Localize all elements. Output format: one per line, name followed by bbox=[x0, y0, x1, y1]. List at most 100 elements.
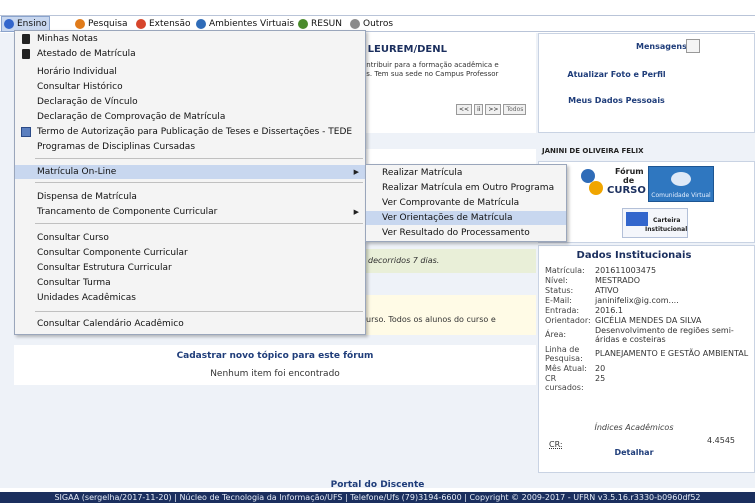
graduation-cap-icon bbox=[4, 19, 14, 29]
dados-value: MESTRADO bbox=[595, 276, 641, 285]
atualizar-foto-link[interactable]: Atualizar Foto e Perfil bbox=[539, 70, 694, 79]
menu-item-horario[interactable]: Horário Individual bbox=[15, 65, 365, 79]
menu-item-label: Termo de Autorização para Publicação de … bbox=[37, 127, 353, 137]
submenu-item-label: Realizar Matrícula bbox=[382, 168, 463, 178]
carteira-button[interactable]: Carteira Institucional bbox=[622, 208, 688, 238]
dados-value: Desenvolvimento de regiões semi-áridas e… bbox=[595, 326, 734, 344]
pager-all-button[interactable]: Todos bbox=[503, 104, 527, 115]
menu-item-programas[interactable]: Programas de Disciplinas Cursadas bbox=[15, 140, 365, 154]
dados-value: 2016.1 bbox=[595, 306, 623, 315]
submenu-item-resultado[interactable]: Ver Resultado do Processamento bbox=[366, 226, 566, 240]
menu-ensino-label: Ensino bbox=[17, 19, 47, 29]
menu-item-componente[interactable]: Consultar Componente Curricular bbox=[15, 246, 365, 260]
meus-dados-link[interactable]: Meus Dados Pessoais bbox=[539, 96, 694, 105]
comunidade-virtual-button[interactable]: Comunidade Virtual bbox=[648, 166, 714, 202]
community-desc-1: ontribuir para a formação acadêmica e bbox=[362, 61, 499, 69]
menu-item-minhas-notas[interactable]: Minhas Notas bbox=[15, 32, 365, 46]
photo-placeholder-icon bbox=[686, 39, 700, 53]
submenu-item-comprovante[interactable]: Ver Comprovante de Matrícula bbox=[366, 196, 566, 210]
submenu-arrow-icon: ▶ bbox=[353, 168, 359, 176]
dados-row: Orientador: GICÉLIA MENDES DA SILVA bbox=[545, 316, 755, 326]
dados-row: Matrícula: 201611003475 bbox=[545, 266, 755, 276]
document-icon bbox=[22, 49, 30, 59]
menu-item-declaracao-vinculo[interactable]: Declaração de Vínculo bbox=[15, 95, 365, 109]
mensagens-link[interactable]: Mensagens bbox=[636, 42, 687, 51]
menu-outros-label: Outros bbox=[363, 19, 394, 29]
submenu-item-label: Realizar Matrícula em Outro Programa bbox=[382, 183, 555, 193]
menu-item-atestado[interactable]: Atestado de Matrícula bbox=[15, 47, 365, 61]
forum-curso-button[interactable]: Fórum de CURSO bbox=[581, 167, 646, 201]
submenu-item-outro-programa[interactable]: Realizar Matrícula em Outro Programa bbox=[366, 181, 566, 195]
dados-key: Mês Atual: bbox=[545, 364, 587, 373]
menu-item-consultar-curso[interactable]: Consultar Curso bbox=[15, 231, 365, 245]
dados-row: Mês Atual: 20 bbox=[545, 364, 755, 374]
indices-title: Índices Acadêmicos bbox=[594, 423, 674, 432]
detalhar-link[interactable]: Detalhar bbox=[539, 448, 729, 457]
dados-value: PLANEJAMENTO E GESTÃO AMBIENTAL bbox=[595, 349, 749, 358]
dados-value: 201611003475 bbox=[595, 266, 657, 275]
menu-ambientes-virtuais[interactable]: Ambientes Virtuais bbox=[196, 17, 294, 31]
menu-separator bbox=[35, 311, 363, 312]
dados-row: Linha de Pesquisa: PLANEJAMENTO E GESTÃO … bbox=[545, 345, 755, 364]
forum-label-3: CURSO bbox=[607, 185, 646, 196]
dados-key: Entrada: bbox=[545, 306, 580, 315]
matricula-submenu: Realizar Matrícula Realizar Matrícula em… bbox=[365, 164, 567, 242]
menu-resun[interactable]: RESUN bbox=[298, 17, 342, 31]
menu-ensino[interactable]: Ensino bbox=[1, 16, 50, 32]
menu-pesquisa[interactable]: Pesquisa bbox=[75, 17, 127, 31]
submenu-item-label: Ver Orientações de Matrícula bbox=[382, 213, 513, 223]
pager: << ii >> Todos bbox=[456, 104, 527, 115]
dados-key: Orientador: bbox=[545, 316, 591, 325]
carteira-label-1: Carteira bbox=[653, 217, 681, 224]
form-icon bbox=[21, 127, 31, 137]
new-topic-link[interactable]: Cadastrar novo tópico para este fórum bbox=[14, 351, 536, 361]
dados-row: CR cursados: 25 bbox=[545, 374, 755, 393]
menu-item-calendario[interactable]: Consultar Calendário Acadêmico bbox=[15, 317, 365, 331]
menu-item-turma[interactable]: Consultar Turma bbox=[15, 276, 365, 290]
portal-discente-link[interactable]: Portal do Discente bbox=[0, 480, 755, 492]
flask-icon bbox=[75, 19, 85, 29]
pager-page-button[interactable]: ii bbox=[474, 104, 484, 115]
menu-item-label: Consultar Turma bbox=[37, 278, 111, 288]
dados-key: E-Mail: bbox=[545, 296, 572, 305]
submenu-item-orientacoes[interactable]: Ver Orientações de Matrícula bbox=[366, 211, 566, 225]
dados-key: Linha de Pesquisa: bbox=[545, 345, 583, 363]
pager-prev-button[interactable]: << bbox=[456, 104, 473, 115]
menu-separator bbox=[35, 182, 363, 183]
user-name: JANINI DE OLIVEIRA FELIX bbox=[542, 147, 644, 155]
menu-item-declaracao-matricula[interactable]: Declaração de Comprovação de Matrícula bbox=[15, 110, 365, 124]
comunidade-label: Comunidade Virtual bbox=[651, 192, 711, 199]
submenu-item-label: Ver Comprovante de Matrícula bbox=[382, 198, 520, 208]
menu-item-estrutura[interactable]: Consultar Estrutura Curricular bbox=[15, 261, 365, 275]
dados-value: janinifelix@ig.com.... bbox=[595, 296, 679, 305]
menu-item-trancamento[interactable]: Trancamento de Componente Curricular ▶ bbox=[15, 205, 365, 219]
dados-key: CR cursados: bbox=[545, 374, 584, 392]
carteira-label-2: Institucional bbox=[645, 226, 688, 233]
pager-next-button[interactable]: >> bbox=[485, 104, 502, 115]
menu-item-label: Consultar Histórico bbox=[37, 82, 123, 92]
menu-item-dispensa[interactable]: Dispensa de Matrícula bbox=[15, 190, 365, 204]
menu-item-historico[interactable]: Consultar Histórico bbox=[15, 80, 365, 94]
submenu-item-realizar[interactable]: Realizar Matrícula bbox=[366, 166, 566, 180]
menu-separator bbox=[35, 223, 363, 224]
forum-label-2: de bbox=[623, 176, 635, 185]
menu-item-label: Matrícula On-Line bbox=[37, 167, 117, 177]
shortcuts-box: Fórum de CURSO Comunidade Virtual Cartei… bbox=[538, 161, 755, 243]
menu-item-label: Atestado de Matrícula bbox=[37, 49, 136, 59]
ensino-dropdown-menu: Minhas Notas Atestado de Matrícula Horár… bbox=[14, 30, 366, 335]
monitor-icon bbox=[196, 19, 206, 29]
forum-label-1: Fórum bbox=[615, 167, 644, 176]
dados-key: Nível: bbox=[545, 276, 568, 285]
community-icon bbox=[671, 172, 691, 186]
dados-key: Área: bbox=[545, 330, 567, 339]
forum-desc-1: urso. Todos os alunos do curso e bbox=[366, 315, 496, 324]
menu-outros[interactable]: Outros bbox=[350, 17, 393, 31]
menu-item-unidades[interactable]: Unidades Acadêmicas bbox=[15, 291, 365, 305]
menu-item-matricula-online[interactable]: Matrícula On-Line ▶ bbox=[15, 165, 365, 179]
user-name-bar: JANINI DE OLIVEIRA FELIX bbox=[538, 139, 755, 161]
menu-item-termo-tede[interactable]: Termo de Autorização para Publicação de … bbox=[15, 125, 365, 139]
no-items-text: Nenhum item foi encontrado bbox=[210, 369, 340, 379]
people-icon bbox=[589, 181, 603, 195]
menu-extensao[interactable]: Extensão bbox=[136, 17, 191, 31]
dados-key: Status: bbox=[545, 286, 574, 295]
